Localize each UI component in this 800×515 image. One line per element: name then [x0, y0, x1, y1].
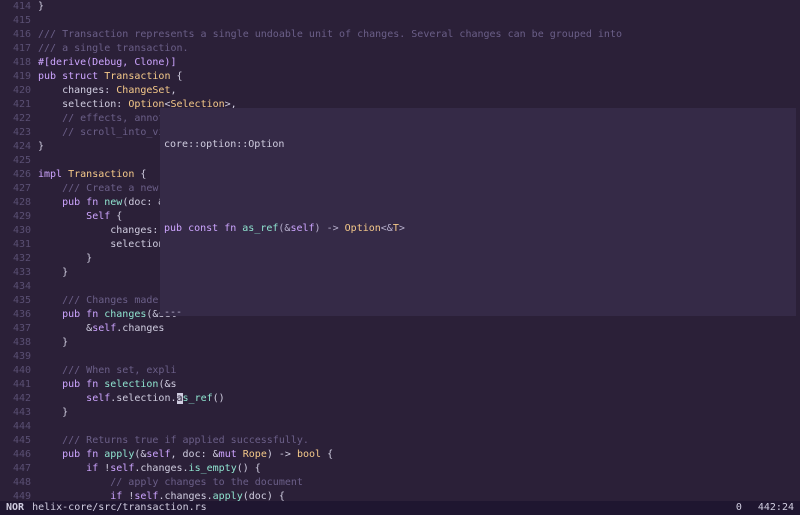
code-line[interactable]: 448 // apply changes to the document [0, 476, 800, 490]
mode-indicator: NOR [6, 501, 24, 515]
line-content[interactable]: impl Transaction { [32, 168, 146, 182]
line-number: 421 [0, 98, 32, 112]
line-number: 420 [0, 84, 32, 98]
line-number: 424 [0, 140, 32, 154]
line-content[interactable]: // scroll_into_view [32, 126, 176, 140]
code-line[interactable]: 443 } [0, 406, 800, 420]
code-line[interactable]: 437 &self.changes [0, 322, 800, 336]
code-line[interactable]: 417/// a single transaction. [0, 42, 800, 56]
doc-popup: core::option::Option pub const fn as_ref… [160, 108, 796, 316]
line-content[interactable]: } [32, 266, 68, 280]
line-content[interactable]: if !self.changes.is_empty() { [32, 462, 261, 476]
line-content[interactable] [32, 280, 38, 294]
line-number: 448 [0, 476, 32, 490]
line-number: 442 [0, 392, 32, 406]
line-content[interactable]: selection: [32, 238, 170, 252]
doc-path: core::option::Option [164, 138, 792, 152]
line-number: 430 [0, 224, 32, 238]
line-number: 419 [0, 70, 32, 84]
line-content[interactable] [32, 350, 38, 364]
line-number: 445 [0, 434, 32, 448]
line-content[interactable]: self.selection.as_ref() [32, 392, 225, 406]
line-number: 439 [0, 350, 32, 364]
code-line[interactable]: 418#[derive(Debug, Clone)] [0, 56, 800, 70]
line-content[interactable]: } [32, 406, 68, 420]
line-number: 440 [0, 364, 32, 378]
line-content[interactable]: } [32, 336, 68, 350]
code-line[interactable]: 420 changes: ChangeSet, [0, 84, 800, 98]
cursor-position: 442:24 [758, 501, 794, 515]
line-content[interactable]: /// Create a new, e [32, 182, 176, 196]
code-line[interactable]: 439 [0, 350, 800, 364]
line-number: 416 [0, 28, 32, 42]
line-number: 432 [0, 252, 32, 266]
line-content[interactable]: } [32, 0, 44, 14]
line-content[interactable]: /// Changes made to [32, 294, 176, 308]
code-line[interactable]: 442 self.selection.as_ref() [0, 392, 800, 406]
line-number: 435 [0, 294, 32, 308]
code-line[interactable]: 440 /// When set, expli [0, 364, 800, 378]
line-number: 436 [0, 308, 32, 322]
line-number: 449 [0, 490, 32, 501]
line-content[interactable]: } [32, 252, 92, 266]
line-number: 427 [0, 182, 32, 196]
status-bar: NOR helix-core/src/transaction.rs 0 442:… [0, 501, 800, 515]
line-number: 418 [0, 56, 32, 70]
line-content[interactable]: /// Returns true if applied successfully… [32, 434, 309, 448]
line-number: 446 [0, 448, 32, 462]
line-number: 422 [0, 112, 32, 126]
code-line[interactable]: 449 if !self.changes.apply(doc) { [0, 490, 800, 501]
line-number: 428 [0, 196, 32, 210]
line-content[interactable]: pub fn selection(&s [32, 378, 177, 392]
line-number: 434 [0, 280, 32, 294]
line-number: 441 [0, 378, 32, 392]
line-number: 447 [0, 462, 32, 476]
line-content[interactable] [32, 14, 38, 28]
line-content[interactable] [32, 420, 38, 434]
code-line[interactable]: 415 [0, 14, 800, 28]
line-content[interactable]: pub fn changes(&sel [32, 308, 177, 322]
line-content[interactable]: pub struct Transaction { [32, 70, 183, 84]
line-number: 415 [0, 14, 32, 28]
line-number: 433 [0, 266, 32, 280]
line-content[interactable]: Self { [32, 210, 122, 224]
code-line[interactable]: 445 /// Returns true if applied successf… [0, 434, 800, 448]
code-line[interactable]: 447 if !self.changes.is_empty() { [0, 462, 800, 476]
line-content[interactable] [32, 154, 38, 168]
line-number: 423 [0, 126, 32, 140]
line-content[interactable]: changes: Ch [32, 224, 176, 238]
diagnostic-count: 0 [736, 501, 742, 515]
line-number: 443 [0, 406, 32, 420]
line-content[interactable]: pub fn new(doc: &Ro [32, 196, 177, 210]
file-path: helix-core/src/transaction.rs [32, 501, 736, 515]
line-number: 437 [0, 322, 32, 336]
line-number: 438 [0, 336, 32, 350]
line-number: 417 [0, 42, 32, 56]
line-content[interactable]: /// Transaction represents a single undo… [32, 28, 622, 42]
line-number: 431 [0, 238, 32, 252]
line-content[interactable]: /// a single transaction. [32, 42, 189, 56]
line-content[interactable]: pub fn apply(&self, doc: &mut Rope) -> b… [32, 448, 333, 462]
code-line[interactable]: 416/// Transaction represents a single u… [0, 28, 800, 42]
line-content[interactable]: &self.changes [32, 322, 164, 336]
code-line[interactable]: 441 pub fn selection(&s [0, 378, 800, 392]
line-number: 429 [0, 210, 32, 224]
doc-signature: pub const fn as_ref(&self) -> Option<&T> [164, 222, 792, 236]
line-content[interactable]: // apply changes to the document [32, 476, 303, 490]
line-number: 444 [0, 420, 32, 434]
code-line[interactable]: 444 [0, 420, 800, 434]
code-line[interactable]: 414} [0, 0, 800, 14]
line-content[interactable]: #[derive(Debug, Clone)] [32, 56, 176, 70]
line-content[interactable]: if !self.changes.apply(doc) { [32, 490, 285, 501]
line-number: 426 [0, 168, 32, 182]
line-content[interactable]: } [32, 140, 44, 154]
line-number: 414 [0, 0, 32, 14]
line-content[interactable]: changes: ChangeSet, [32, 84, 177, 98]
doc-sep: --- [164, 306, 792, 316]
code-line[interactable]: 419pub struct Transaction { [0, 70, 800, 84]
line-number: 425 [0, 154, 32, 168]
code-line[interactable]: 446 pub fn apply(&self, doc: &mut Rope) … [0, 448, 800, 462]
line-content[interactable]: /// When set, expli [32, 364, 176, 378]
code-line[interactable]: 438 } [0, 336, 800, 350]
